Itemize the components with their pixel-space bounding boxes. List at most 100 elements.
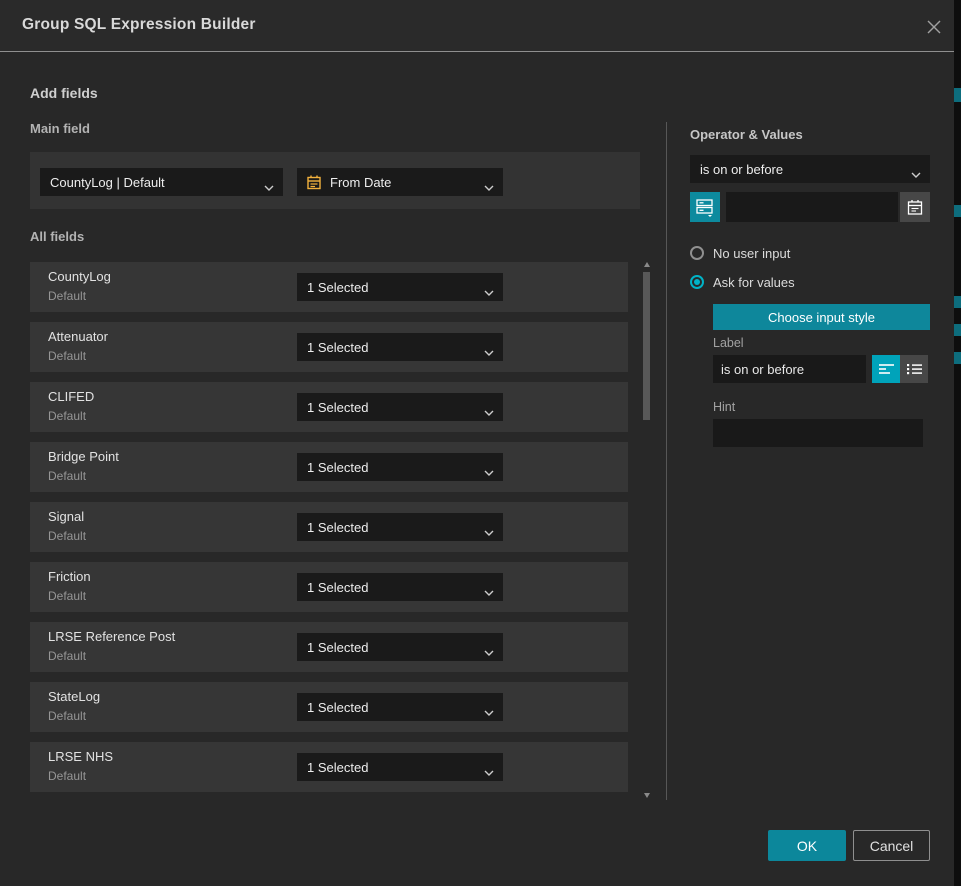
main-date-field-select[interactable]: From Date	[297, 168, 503, 196]
single-line-input-icon[interactable]	[872, 355, 900, 383]
field-selected-dropdown[interactable]: 1 Selected	[297, 573, 503, 601]
choose-input-style-button[interactable]: Choose input style	[713, 304, 930, 330]
chevron-down-icon	[484, 404, 494, 419]
field-selected-dropdown[interactable]: 1 Selected	[297, 453, 503, 481]
field-sublabel: Default	[48, 589, 86, 603]
all-fields-label: All fields	[30, 229, 84, 244]
field-name: LRSE NHS	[48, 749, 113, 764]
field-selected-value: 1 Selected	[307, 580, 368, 595]
field-name: Attenuator	[48, 329, 108, 344]
field-sublabel: Default	[48, 709, 86, 723]
chevron-down-icon	[484, 584, 494, 599]
radio-selected-icon[interactable]	[690, 275, 704, 289]
field-name: Friction	[48, 569, 91, 584]
operator-values-heading: Operator & Values	[690, 127, 803, 142]
background-accent-fragment	[954, 296, 961, 308]
field-name: Bridge Point	[48, 449, 119, 464]
field-row-lrse-reference-post: LRSE Reference Post Default 1 Selected	[30, 622, 628, 672]
field-selected-dropdown[interactable]: 1 Selected	[297, 513, 503, 541]
background-app-strip	[954, 0, 961, 886]
field-name: Signal	[48, 509, 84, 524]
background-accent-fragment	[954, 352, 961, 364]
field-name: LRSE Reference Post	[48, 629, 175, 644]
background-accent-fragment	[954, 324, 961, 336]
dialog-title: Group SQL Expression Builder	[22, 16, 256, 34]
scroll-down-arrow-icon[interactable]	[644, 793, 650, 798]
field-name: StateLog	[48, 689, 100, 704]
field-row-clifed: CLIFED Default 1 Selected	[30, 382, 628, 432]
field-row-lrse-nhs: LRSE NHS Default 1 Selected	[30, 742, 628, 792]
field-selected-value: 1 Selected	[307, 400, 368, 415]
stacked-values-icon[interactable]	[690, 192, 720, 222]
field-row-attenuator: Attenuator Default 1 Selected	[30, 322, 628, 372]
chevron-down-icon	[484, 464, 494, 479]
cancel-button[interactable]: Cancel	[853, 830, 930, 861]
ok-button[interactable]: OK	[768, 830, 846, 861]
chevron-down-icon	[484, 704, 494, 719]
chevron-down-icon	[264, 179, 274, 194]
radio-ask-for-values[interactable]: Ask for values	[690, 274, 795, 290]
calendar-icon	[307, 175, 321, 190]
field-row-bridge-point: Bridge Point Default 1 Selected	[30, 442, 628, 492]
group-sql-expression-builder-dialog: Group SQL Expression Builder Add fields …	[0, 0, 954, 886]
all-fields-list: CountyLog Default 1 Selected Attenuator …	[30, 262, 628, 792]
field-row-friction: Friction Default 1 Selected	[30, 562, 628, 612]
field-list-scrollbar[interactable]	[643, 258, 651, 800]
hint-input[interactable]	[713, 419, 923, 447]
field-sublabel: Default	[48, 769, 86, 783]
field-selected-dropdown[interactable]: 1 Selected	[297, 333, 503, 361]
field-selected-value: 1 Selected	[307, 520, 368, 535]
panel-divider	[666, 122, 667, 800]
radio-no-user-input-label: No user input	[713, 246, 790, 261]
field-sublabel: Default	[48, 649, 86, 663]
scroll-up-arrow-icon[interactable]	[644, 262, 650, 267]
chevron-down-icon	[484, 644, 494, 659]
hint-field-label: Hint	[713, 400, 735, 414]
chevron-down-icon	[484, 179, 494, 194]
operator-select[interactable]: is on or before	[690, 155, 930, 183]
field-selected-dropdown[interactable]: 1 Selected	[297, 693, 503, 721]
field-selected-dropdown[interactable]: 1 Selected	[297, 393, 503, 421]
background-accent-fragment	[954, 88, 961, 102]
main-field-label: Main field	[30, 121, 90, 136]
chevron-down-icon	[484, 284, 494, 299]
chevron-down-icon	[911, 166, 921, 181]
main-layer-select[interactable]: CountyLog | Default	[40, 168, 283, 196]
field-row-countylog: CountyLog Default 1 Selected	[30, 262, 628, 312]
main-date-field-value: From Date	[330, 175, 391, 190]
field-sublabel: Default	[48, 289, 86, 303]
field-sublabel: Default	[48, 529, 86, 543]
field-sublabel: Default	[48, 469, 86, 483]
main-field-container: CountyLog | Default From Date	[30, 152, 640, 209]
close-icon[interactable]	[923, 16, 945, 38]
field-selected-value: 1 Selected	[307, 460, 368, 475]
scrollbar-thumb[interactable]	[643, 272, 650, 420]
field-selected-value: 1 Selected	[307, 340, 368, 355]
background-accent-fragment	[954, 205, 961, 217]
field-selected-value: 1 Selected	[307, 700, 368, 715]
field-sublabel: Default	[48, 349, 86, 363]
list-input-icon[interactable]	[900, 355, 928, 383]
field-selected-dropdown[interactable]: 1 Selected	[297, 753, 503, 781]
field-selected-value: 1 Selected	[307, 640, 368, 655]
label-field-label: Label	[713, 336, 744, 350]
field-name: CountyLog	[48, 269, 111, 284]
calendar-icon[interactable]	[900, 192, 930, 222]
radio-unselected-icon[interactable]	[690, 246, 704, 260]
label-input[interactable]	[713, 355, 866, 383]
field-selected-value: 1 Selected	[307, 760, 368, 775]
radio-ask-for-values-label: Ask for values	[713, 275, 795, 290]
field-row-statelog: StateLog Default 1 Selected	[30, 682, 628, 732]
dialog-header: Group SQL Expression Builder	[0, 0, 954, 52]
field-selected-dropdown[interactable]: 1 Selected	[297, 273, 503, 301]
add-fields-heading: Add fields	[30, 85, 98, 101]
chevron-down-icon	[484, 344, 494, 359]
field-selected-value: 1 Selected	[307, 280, 368, 295]
field-selected-dropdown[interactable]: 1 Selected	[297, 633, 503, 661]
radio-no-user-input[interactable]: No user input	[690, 245, 790, 261]
main-layer-select-value: CountyLog | Default	[50, 175, 165, 190]
value-input[interactable]	[726, 192, 898, 222]
chevron-down-icon	[484, 524, 494, 539]
field-name: CLIFED	[48, 389, 94, 404]
field-sublabel: Default	[48, 409, 86, 423]
